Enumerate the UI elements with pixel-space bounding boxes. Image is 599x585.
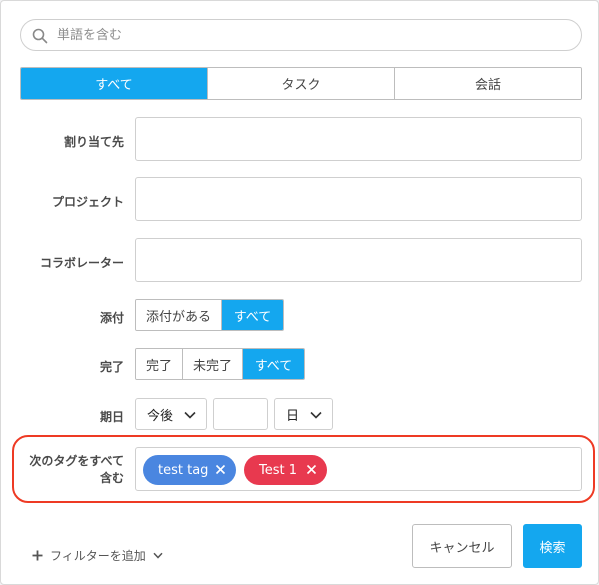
tags-input[interactable]: test tag Test 1: [135, 447, 582, 491]
project-input[interactable]: [135, 177, 582, 221]
search-field[interactable]: [20, 19, 582, 51]
tag-chip: Test 1: [244, 455, 327, 485]
close-icon[interactable]: [215, 464, 226, 475]
tags-label-line1: 次のタグをすべて: [29, 454, 124, 468]
attachment-toggle: 添付がある すべて: [135, 299, 284, 331]
tags-label-line2: 含む: [99, 471, 124, 485]
scope-tabs: すべて タスク 会話: [20, 67, 582, 100]
attachment-label: 添付: [99, 311, 124, 325]
chevron-down-icon: [310, 411, 322, 419]
add-filter-label: フィルターを追加: [50, 549, 146, 563]
due-amount-input[interactable]: [213, 398, 268, 430]
plus-icon: [32, 550, 43, 561]
assignee-input[interactable]: [135, 117, 582, 161]
attachment-option-all[interactable]: すべて: [222, 300, 283, 330]
tag-chip: test tag: [143, 455, 236, 485]
cancel-button[interactable]: キャンセル: [412, 524, 512, 568]
search-input[interactable]: [55, 21, 555, 49]
tag-chip-label: Test 1: [259, 462, 298, 478]
search-button[interactable]: 検索: [523, 524, 582, 568]
collaborator-label: コラボレーター: [39, 256, 124, 270]
tab-conversations[interactable]: 会話: [395, 68, 581, 99]
add-filter-button[interactable]: フィルターを追加: [32, 547, 163, 564]
chevron-down-icon: [153, 552, 163, 559]
collaborator-input[interactable]: [135, 238, 582, 282]
completion-option-all[interactable]: すべて: [243, 349, 304, 379]
completion-label: 完了: [99, 360, 124, 374]
assignee-label: 割り当て先: [63, 135, 124, 149]
project-label: プロジェクト: [51, 195, 124, 209]
due-relation-select[interactable]: 今後: [135, 398, 207, 430]
completion-option-done[interactable]: 完了: [136, 349, 183, 379]
attachment-option-has[interactable]: 添付がある: [136, 300, 222, 330]
completion-toggle: 完了 未完了 すべて: [135, 348, 305, 380]
chevron-down-icon: [184, 411, 196, 419]
filter-panel: すべて タスク 会話 割り当て先 プロジェクト コラボレーター 添付 添付がある…: [0, 0, 599, 585]
due-relation-value: 今後: [147, 408, 174, 424]
close-icon[interactable]: [306, 464, 317, 475]
tag-chip-label: test tag: [158, 462, 209, 478]
tab-tasks[interactable]: タスク: [208, 68, 395, 99]
due-label: 期日: [99, 410, 124, 424]
completion-option-undone[interactable]: 未完了: [183, 349, 243, 379]
due-unit-select[interactable]: 日: [274, 398, 333, 430]
search-icon: [32, 28, 48, 44]
tab-all[interactable]: すべて: [21, 68, 208, 99]
tags-label: 次のタグをすべて 含む: [16, 453, 124, 487]
due-unit-value: 日: [286, 408, 300, 424]
